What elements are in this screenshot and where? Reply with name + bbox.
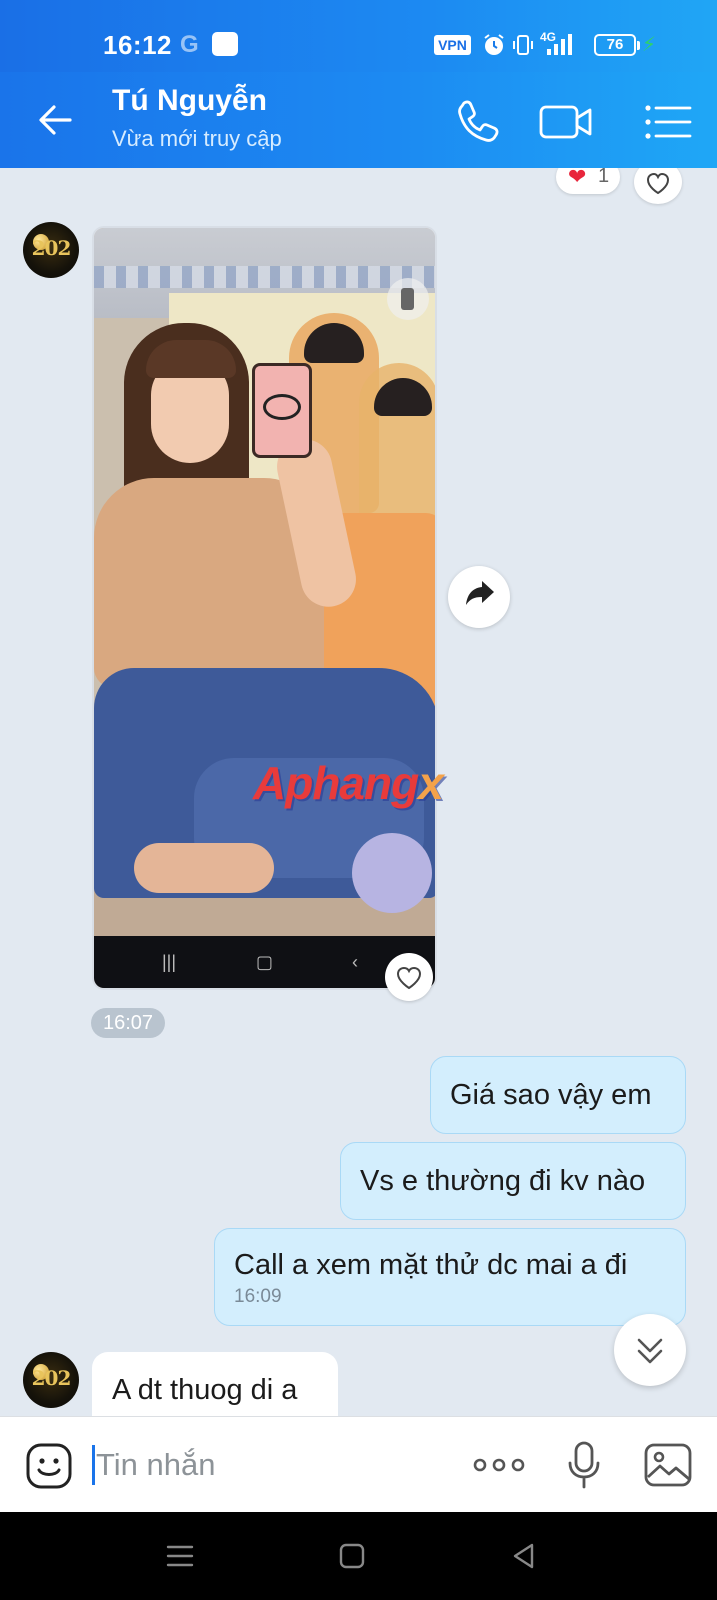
forward-button[interactable] [448, 566, 510, 628]
chat-menu-button[interactable] [640, 94, 696, 150]
video-call-button[interactable] [537, 94, 597, 150]
battery-icon: 76 [594, 34, 640, 56]
text-caret [92, 1445, 95, 1485]
chat-header: Tú Nguyễn Vừa mới truy cập [0, 72, 717, 168]
back-icon[interactable] [502, 1534, 546, 1578]
heart-outline-icon [396, 966, 422, 990]
message-bubble-in[interactable]: A dt thuog di a [92, 1352, 338, 1416]
double-chevron-down-icon [637, 1338, 663, 1364]
emoji-button[interactable] [24, 1441, 74, 1491]
reaction-summary[interactable]: ❤ 1 [556, 168, 620, 194]
google-icon: G [180, 31, 199, 58]
message-composer [0, 1416, 717, 1512]
message-text: A dt thuog di a [112, 1374, 298, 1406]
home-icon[interactable] [330, 1534, 374, 1578]
menu-list-icon [645, 105, 692, 139]
photo-message[interactable]: ||| ▢ ‹ [92, 226, 437, 990]
phone-icon [458, 100, 499, 142]
contact-status: Vừa mới truy cập [112, 126, 282, 151]
message-list[interactable]: ❤ 1 202 ||| ▢ ‹ Aphangx 16:07 Giá sao vậ… [0, 168, 717, 1416]
charging-icon: ⚡ [642, 34, 657, 56]
system-navigation-bar [0, 1512, 717, 1600]
gallery-icon [644, 1443, 692, 1487]
message-text: Call a xem mặt thử dc mai a đi [234, 1249, 628, 1281]
message-input[interactable] [96, 1441, 436, 1489]
gallery-button[interactable] [642, 1439, 694, 1491]
status-time: 16:12 [103, 30, 172, 60]
forward-arrow-icon [466, 581, 494, 605]
status-bar: 16:12 G VPN 4G 76 ⚡ [0, 0, 717, 72]
back-arrow-icon[interactable] [30, 94, 82, 146]
message-bubble-out[interactable]: Giá sao vậy em [430, 1056, 686, 1134]
video-call-icon [539, 105, 592, 139]
phone-in-photo [252, 363, 312, 458]
watermark: Aphangx [253, 757, 444, 809]
heart-icon: ❤ [568, 168, 587, 189]
microphone-icon [568, 1441, 600, 1489]
avatar[interactable]: 202 [23, 1352, 79, 1408]
message-bubble-out[interactable]: Call a xem mặt thử dc mai a đi 16:09 [214, 1228, 686, 1326]
more-dots-icon [473, 1458, 525, 1472]
signal-icon [547, 34, 572, 55]
voice-message-button[interactable] [564, 1439, 604, 1491]
more-options-button[interactable] [470, 1439, 528, 1491]
vibrate-icon [513, 35, 533, 55]
battery-level: 76 [606, 36, 624, 53]
photo-time: 16:07 [91, 1008, 166, 1038]
message-time: 16:09 [234, 1286, 282, 1307]
voice-call-button[interactable] [450, 94, 506, 150]
avatar[interactable]: 202 [23, 222, 79, 278]
photo-toggle-icon [387, 278, 429, 320]
vpn-badge: VPN [434, 35, 471, 55]
message-text: Vs e thường đi kv nào [360, 1165, 646, 1197]
heart-outline-icon [646, 172, 670, 195]
contact-name[interactable]: Tú Nguyễn [112, 84, 267, 118]
like-button[interactable] [634, 168, 682, 204]
alarm-icon [484, 34, 504, 55]
app-notification-icon [212, 32, 238, 56]
message-bubble-out[interactable]: Vs e thường đi kv nào [340, 1142, 686, 1220]
message-text: Giá sao vậy em [450, 1079, 652, 1111]
scroll-to-bottom-button[interactable] [614, 1314, 686, 1386]
emoji-icon [26, 1443, 72, 1489]
recent-apps-icon[interactable] [158, 1534, 202, 1578]
photo-like-button[interactable] [385, 953, 433, 1001]
reaction-count: 1 [598, 168, 610, 187]
